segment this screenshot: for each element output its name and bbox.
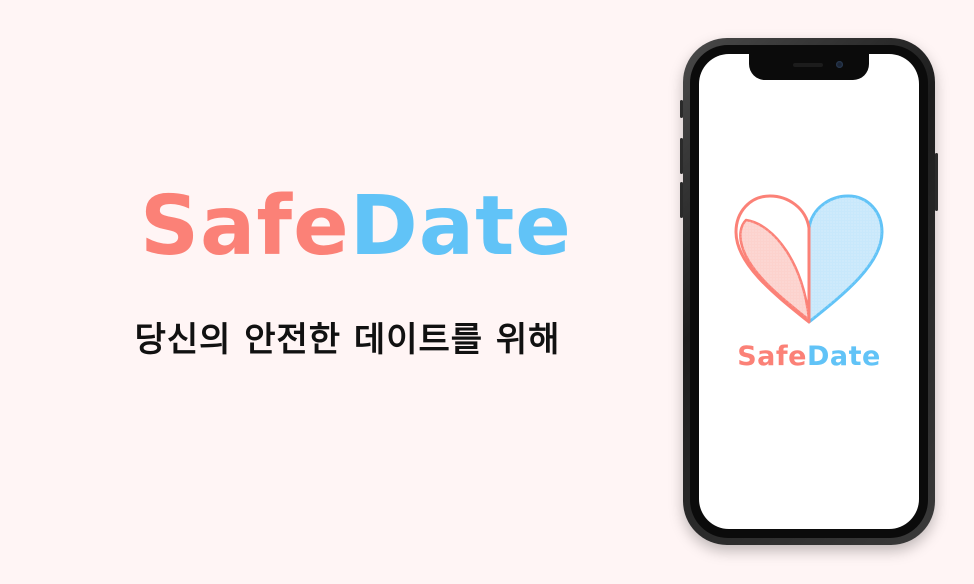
app-name: SafeDate bbox=[699, 341, 919, 372]
brand-title: SafeDate bbox=[140, 186, 572, 268]
phone-volume-up-button bbox=[680, 138, 683, 174]
speaker-grille bbox=[793, 63, 823, 67]
heart-logo-icon bbox=[734, 194, 884, 324]
brand-title-date: Date bbox=[349, 179, 572, 274]
phone-screen: SafeDate bbox=[699, 54, 919, 529]
promo-banner: SafeDate 당신의 안전한 데이트를 위해 SafeDate bbox=[0, 0, 974, 584]
phone-mute-switch bbox=[680, 100, 683, 118]
phone-bezel: SafeDate bbox=[690, 45, 928, 538]
front-camera-icon bbox=[836, 61, 843, 68]
app-name-date: Date bbox=[806, 341, 881, 372]
phone-notch bbox=[749, 54, 869, 80]
tagline: 당신의 안전한 데이트를 위해 bbox=[134, 320, 561, 360]
phone-power-button bbox=[935, 153, 938, 211]
brand-title-safe: Safe bbox=[140, 179, 350, 274]
phone-mockup: SafeDate bbox=[680, 38, 938, 545]
phone-volume-down-button bbox=[680, 182, 683, 218]
app-name-safe: Safe bbox=[737, 341, 807, 372]
